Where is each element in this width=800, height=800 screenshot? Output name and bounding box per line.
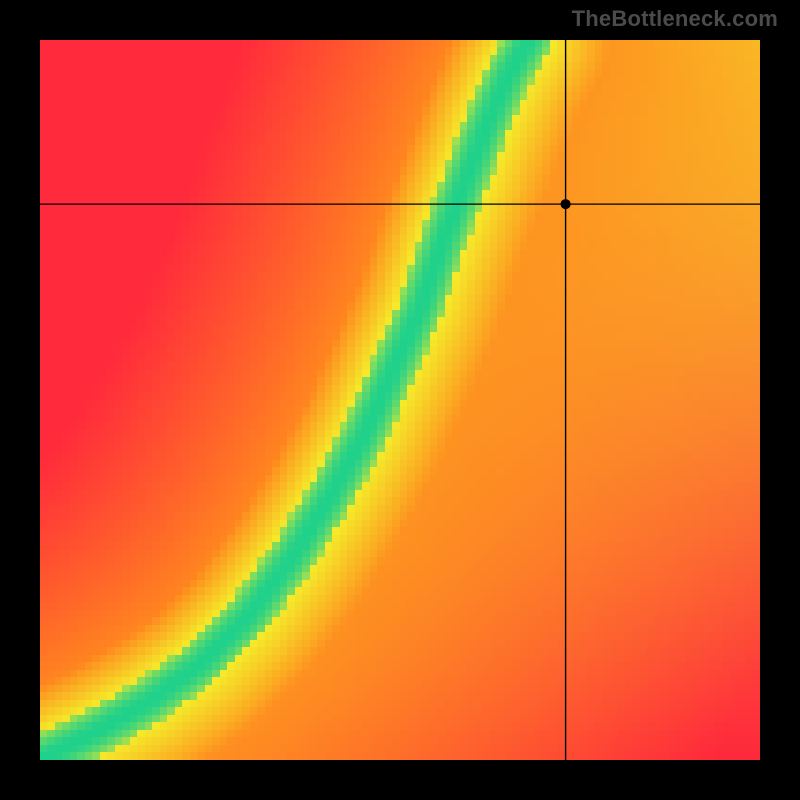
watermark-text: TheBottleneck.com	[572, 6, 778, 32]
chart-container: TheBottleneck.com	[0, 0, 800, 800]
heatmap-canvas	[40, 40, 760, 760]
